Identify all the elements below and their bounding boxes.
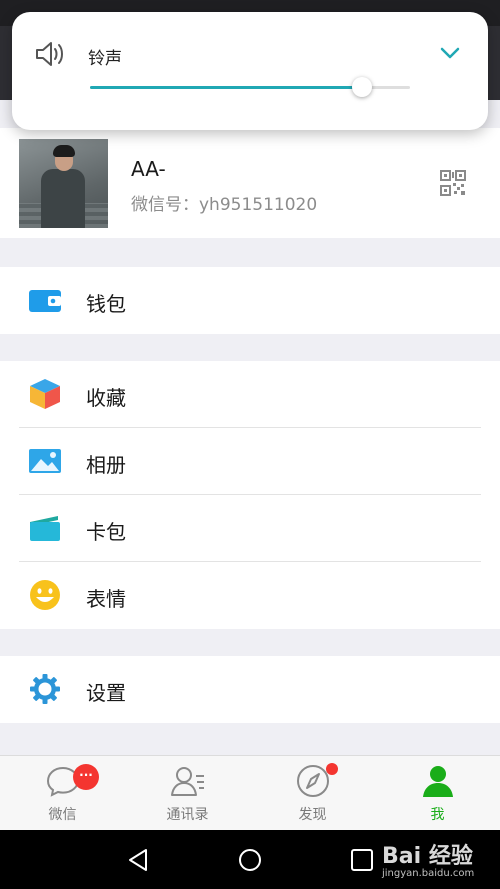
chevron-down-icon[interactable] xyxy=(438,42,462,64)
tab-label-contacts: 通讯录 xyxy=(166,807,209,823)
volume-slider-thumb[interactable] xyxy=(352,77,372,97)
bottom-tab-bar: ··· 微信 通讯录 发现 我 xyxy=(0,755,500,830)
unread-badge: ··· xyxy=(73,764,99,790)
profile-card[interactable]: AA- 微信号：yh951511020 xyxy=(0,128,500,238)
menu-item-stickers[interactable]: 表情 xyxy=(0,562,500,629)
menu-label-album: 相册 xyxy=(86,453,126,477)
speaker-icon xyxy=(36,42,63,66)
discover-dot-badge xyxy=(326,763,338,775)
menu-label-stickers: 表情 xyxy=(86,587,126,611)
wallet-icon xyxy=(29,290,61,312)
volume-title: 铃声 xyxy=(88,49,122,69)
qr-code-icon[interactable] xyxy=(440,170,466,196)
watermark-url: jingyan.baidu.com xyxy=(382,868,475,879)
tab-label-me: 我 xyxy=(430,807,445,823)
favorites-cube-icon xyxy=(30,379,60,409)
gear-icon xyxy=(30,674,60,704)
back-triangle-icon[interactable] xyxy=(126,847,152,873)
wechat-id: 微信号：yh951511020 xyxy=(131,195,318,215)
volume-slider-fill xyxy=(90,86,362,89)
recents-square-icon[interactable] xyxy=(349,847,375,873)
menu-label-settings: 设置 xyxy=(86,681,126,705)
menu-label-favorites: 收藏 xyxy=(86,386,126,410)
avatar[interactable] xyxy=(19,139,108,228)
settings-group: 设置 xyxy=(0,656,500,723)
home-circle-icon[interactable] xyxy=(237,847,263,873)
features-group: 收藏 相册 卡包 表情 xyxy=(0,361,500,629)
menu-item-album[interactable]: 相册 xyxy=(0,428,500,495)
menu-label-cards: 卡包 xyxy=(86,520,126,544)
card-wallet-icon xyxy=(30,516,60,541)
tab-me[interactable]: 我 xyxy=(375,756,500,831)
menu-label-wallet: 钱包 xyxy=(86,292,126,316)
menu-item-cards[interactable]: 卡包 xyxy=(0,495,500,562)
album-image-icon xyxy=(29,449,61,473)
smiley-face-icon xyxy=(30,580,60,610)
tab-discover[interactable]: 发现 xyxy=(250,756,375,831)
volume-slider[interactable] xyxy=(90,77,410,97)
wallet-group: 钱包 xyxy=(0,267,500,334)
menu-item-settings[interactable]: 设置 xyxy=(0,656,500,723)
profile-name: AA- xyxy=(131,157,166,181)
tab-label-discover: 发现 xyxy=(298,807,327,823)
tab-label-chats: 微信 xyxy=(48,807,77,823)
contacts-icon xyxy=(171,767,204,796)
tab-chats[interactable]: ··· 微信 xyxy=(0,756,125,831)
watermark-brand: Bai 经验 xyxy=(382,844,473,869)
volume-panel: 铃声 xyxy=(12,12,488,130)
menu-item-favorites[interactable]: 收藏 xyxy=(0,361,500,428)
person-icon xyxy=(423,766,453,797)
menu-item-wallet[interactable]: 钱包 xyxy=(0,267,500,334)
tab-contacts[interactable]: 通讯录 xyxy=(125,756,250,831)
